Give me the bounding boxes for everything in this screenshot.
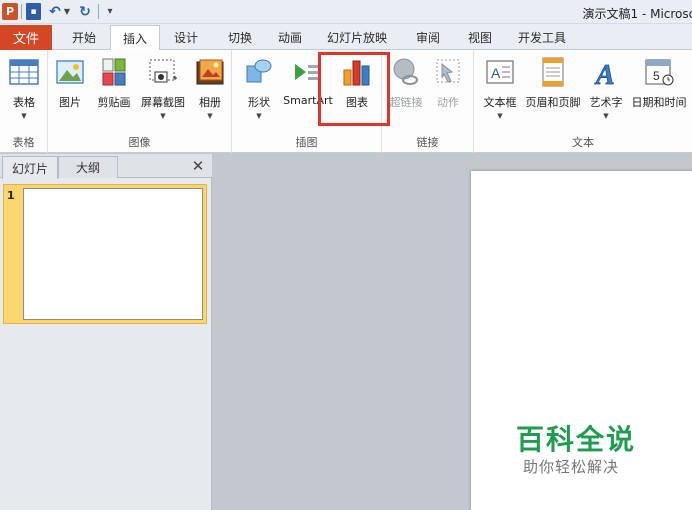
shapes-button[interactable]: 形状 ▼ <box>242 54 276 128</box>
svg-text:A: A <box>594 60 615 88</box>
undo-icon[interactable]: ↶ <box>48 3 62 20</box>
chevron-down-icon: ▼ <box>256 112 262 120</box>
action-icon <box>432 56 464 88</box>
photo-album-button-label: 相册 <box>199 96 221 109</box>
textbox-icon: A <box>484 56 516 88</box>
qat-separator <box>21 4 22 19</box>
tab-developer[interactable]: 开发工具 <box>512 25 572 50</box>
tab-slides[interactable]: 幻灯片 <box>2 156 58 179</box>
watermark-subtitle: 助你轻松解决 <box>523 458 620 476</box>
hyperlink-button-label: 超链接 <box>389 96 423 109</box>
group-label-text: 文本 <box>572 136 594 149</box>
screenshot-button-label: 屏幕截图 <box>141 96 185 109</box>
chart-highlight-box <box>318 52 390 126</box>
group-images: 图片 剪贴画 屏幕截图 ▼ 相册 ▼ 图像 <box>48 50 232 153</box>
wordart-icon: A <box>590 56 622 92</box>
group-label-links: 链接 <box>416 136 439 149</box>
tab-slideshow[interactable]: 幻灯片放映 <box>322 25 392 50</box>
undo-dropdown-icon[interactable]: ▼ <box>63 3 71 20</box>
tab-animations[interactable]: 动画 <box>268 25 312 50</box>
title-bar: P ▪ ↶ ▼ ↻ ▾ 演示文稿1 - Microso <box>0 0 692 24</box>
chevron-down-icon: ▼ <box>497 112 503 120</box>
save-icon[interactable]: ▪ <box>26 3 41 20</box>
picture-button[interactable]: 图片 <box>54 54 86 128</box>
table-button-label: 表格 <box>13 96 35 109</box>
close-icon[interactable]: ✕ <box>190 157 206 175</box>
shapes-button-label: 形状 <box>248 96 270 109</box>
slide-number: 1 <box>7 189 15 202</box>
watermark-title: 百科全说 <box>516 423 637 456</box>
tab-design[interactable]: 设计 <box>164 25 208 50</box>
chevron-down-icon: ▼ <box>21 112 27 120</box>
header-footer-button-label: 页眉和页脚 <box>525 96 581 109</box>
action-button[interactable]: 动作 <box>430 54 466 128</box>
clipart-button[interactable]: 剪贴画 <box>92 54 136 128</box>
textbox-button[interactable]: A 文本框 ▼ <box>480 54 520 128</box>
chevron-down-icon: ▼ <box>603 112 609 120</box>
group-tables: 表格 ▼ 表格 <box>0 50 48 153</box>
clipart-button-label: 剪贴画 <box>97 96 131 109</box>
panel-tab-bar: 幻灯片 大纲 ✕ <box>0 154 212 179</box>
date-time-button-label: 日期和时间 <box>631 96 687 109</box>
powerpoint-app-icon[interactable]: P <box>2 3 18 20</box>
customize-qat-icon[interactable]: ▾ <box>105 3 115 20</box>
shapes-icon <box>243 56 275 88</box>
header-footer-icon <box>537 56 569 88</box>
chevron-down-icon: ▼ <box>160 112 166 120</box>
tab-file[interactable]: 文件 <box>0 25 52 50</box>
tab-outline[interactable]: 大纲 <box>58 156 118 178</box>
group-text: A 文本框 ▼ 页眉和页脚 A 艺术字 ▼ 5 日期和时间 文本 <box>474 50 692 153</box>
svg-text:A: A <box>491 65 501 81</box>
chevron-down-icon: ▼ <box>207 112 213 120</box>
table-button[interactable]: 表格 ▼ <box>4 54 44 128</box>
window-title: 演示文稿1 - Microso <box>582 7 692 21</box>
date-time-button[interactable]: 5 日期和时间 <box>628 54 690 128</box>
group-links: 超链接 动作 链接 <box>382 50 474 153</box>
svg-text:5: 5 <box>653 69 660 83</box>
table-icon <box>8 56 40 88</box>
tab-insert[interactable]: 插入 <box>110 25 160 51</box>
action-button-label: 动作 <box>437 96 459 109</box>
slide-thumbnail[interactable] <box>23 188 203 320</box>
redo-icon[interactable]: ↻ <box>78 3 92 20</box>
tab-home[interactable]: 开始 <box>60 25 108 50</box>
wordart-button-label: 艺术字 <box>589 96 623 109</box>
slide-thumbnail-selected[interactable]: 1 <box>3 184 207 324</box>
header-footer-button[interactable]: 页眉和页脚 <box>522 54 584 128</box>
photo-album-icon <box>194 56 226 88</box>
wordart-button[interactable]: A 艺术字 ▼ <box>586 54 626 128</box>
clipart-icon <box>98 56 130 88</box>
tab-transitions[interactable]: 切换 <box>218 25 262 50</box>
picture-button-label: 图片 <box>59 96 81 109</box>
tab-review[interactable]: 审阅 <box>406 25 450 50</box>
tab-view[interactable]: 视图 <box>458 25 502 50</box>
hyperlink-icon <box>390 56 422 88</box>
picture-icon <box>54 56 86 88</box>
ribbon-tab-bar: 文件 开始 插入 设计 切换 动画 幻灯片放映 审阅 视图 开发工具 <box>0 24 692 51</box>
textbox-button-label: 文本框 <box>483 96 517 109</box>
group-label-images: 图像 <box>128 136 151 149</box>
group-label-tables: 表格 <box>12 136 35 149</box>
date-time-icon: 5 <box>643 56 675 88</box>
qat-separator <box>98 4 99 19</box>
screenshot-icon <box>147 56 179 88</box>
screenshot-button[interactable]: 屏幕截图 ▼ <box>138 54 188 128</box>
slides-panel: 幻灯片 大纲 ✕ 1 <box>0 154 212 510</box>
group-label-illustrations: 插图 <box>295 136 318 149</box>
photo-album-button[interactable]: 相册 ▼ <box>192 54 228 128</box>
hyperlink-button[interactable]: 超链接 <box>388 54 424 128</box>
